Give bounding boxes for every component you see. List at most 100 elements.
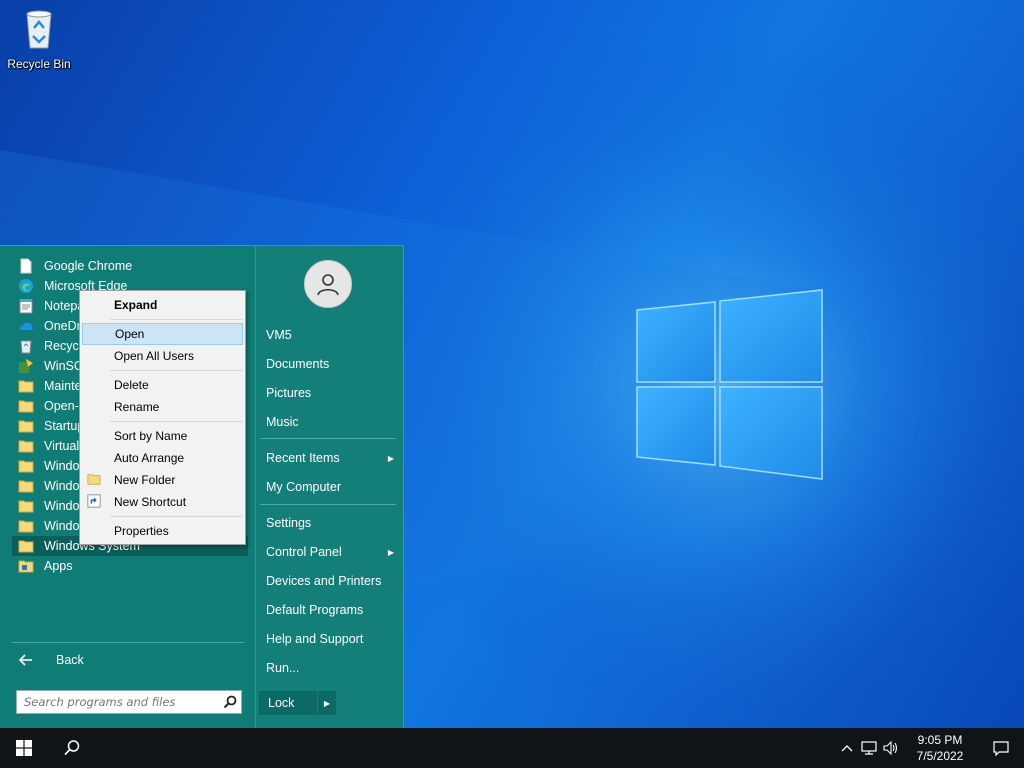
context-menu-label: Expand	[114, 298, 158, 312]
places-item[interactable]: My Computer	[266, 476, 398, 498]
places-item[interactable]: Settings	[266, 512, 398, 534]
folder-icon	[18, 398, 34, 414]
search-icon	[64, 740, 80, 756]
back-label: Back	[56, 653, 84, 667]
context-menu-label: New Shortcut	[114, 495, 187, 509]
places-item-label: Pictures	[266, 386, 312, 400]
places-item[interactable]: Default Programs	[266, 599, 398, 621]
taskbar: 9:05 PM 7/5/2022	[0, 728, 1024, 768]
context-menu-item[interactable]: Open	[82, 323, 243, 345]
context-menu-label: Sort by Name	[114, 429, 188, 443]
start-button[interactable]	[0, 728, 48, 768]
context-menu-item[interactable]: Expand	[80, 294, 245, 316]
places-item[interactable]: Documents	[266, 353, 398, 375]
places-item[interactable]: Recent Items ▶	[266, 447, 398, 469]
network-icon[interactable]	[858, 728, 880, 768]
context-menu-label: Delete	[114, 378, 149, 392]
places-item-label: Documents	[266, 357, 330, 371]
places-item[interactable]: Control Panel ▶	[266, 541, 398, 563]
places-item[interactable]: VM5	[266, 324, 398, 346]
places-item-label: Music	[266, 415, 299, 429]
shortcut-icon	[87, 494, 101, 508]
places-item-label: Control Panel	[266, 545, 342, 559]
divider	[260, 438, 396, 439]
context-menu-label: Open	[115, 327, 145, 341]
context-menu-label: Open All Users	[114, 349, 195, 363]
search-icon[interactable]	[219, 691, 241, 713]
desktop-icon-recycle-bin[interactable]: Recycle Bin	[4, 6, 74, 71]
places-item-label: Help and Support	[266, 632, 364, 646]
submenu-arrow-icon: ▶	[387, 547, 394, 557]
context-menu-item[interactable]: New Shortcut	[80, 491, 245, 513]
folder-icon	[18, 378, 34, 394]
places-item[interactable]: Devices and Printers	[266, 570, 398, 592]
winscp-icon	[18, 358, 34, 374]
program-item[interactable]: Apps	[12, 556, 248, 576]
onedrive-icon	[18, 318, 34, 334]
folder-icon	[18, 478, 34, 494]
edge-icon	[18, 278, 34, 294]
file-icon	[18, 258, 34, 274]
places-item-label: My Computer	[266, 480, 342, 494]
context-menu-item[interactable]: Properties	[80, 520, 245, 542]
places-item[interactable]: Music	[266, 411, 398, 433]
chevron-up-icon[interactable]	[836, 728, 858, 768]
search-box[interactable]	[16, 690, 242, 714]
system-tray: 9:05 PM 7/5/2022	[836, 728, 1024, 768]
places-item-label: Recent Items	[266, 451, 340, 465]
context-menu-label: Rename	[114, 400, 160, 414]
back-arrow-icon	[18, 654, 32, 666]
divider	[12, 642, 244, 643]
menu-separator	[110, 421, 243, 422]
program-label: Apps	[44, 559, 73, 573]
recycle-bin-icon	[18, 338, 34, 354]
divider	[260, 504, 396, 505]
notepad-icon	[18, 298, 34, 314]
volume-icon[interactable]	[880, 728, 902, 768]
folder-icon	[18, 518, 34, 534]
context-menu-item[interactable]: Rename	[80, 396, 245, 418]
back-button[interactable]: Back	[18, 652, 84, 668]
menu-separator	[110, 370, 243, 371]
program-item[interactable]: Google Chrome	[12, 256, 248, 276]
clock[interactable]: 9:05 PM 7/5/2022	[902, 732, 978, 764]
clock-time: 9:05 PM	[917, 733, 963, 747]
apps-icon	[18, 558, 34, 574]
menu-separator	[110, 319, 243, 320]
places-item-label: VM5	[266, 328, 292, 342]
folder-icon	[18, 458, 34, 474]
context-menu-item[interactable]: Open All Users	[80, 345, 245, 367]
places-item[interactable]: Run...	[266, 657, 398, 679]
search-input[interactable]	[24, 695, 219, 709]
notifications-button[interactable]	[978, 728, 1024, 768]
folder-icon	[18, 418, 34, 434]
context-menu-item[interactable]: Delete	[80, 374, 245, 396]
places-item[interactable]: Pictures	[266, 382, 398, 404]
folder-icon	[18, 498, 34, 514]
folder-icon	[87, 472, 101, 486]
folder-icon	[18, 438, 34, 454]
lock-button[interactable]: Lock	[259, 691, 317, 715]
user-avatar[interactable]	[304, 260, 352, 308]
desktop-icon-label: Recycle Bin	[7, 57, 71, 71]
clock-date: 7/5/2022	[916, 749, 964, 763]
context-menu-item[interactable]: Sort by Name	[80, 425, 245, 447]
windows-logo-icon	[16, 740, 32, 756]
program-label: Google Chrome	[44, 259, 133, 273]
user-icon	[317, 274, 339, 296]
taskbar-search-button[interactable]	[48, 728, 96, 768]
menu-separator	[110, 516, 243, 517]
context-menu-item[interactable]: New Folder	[80, 469, 245, 491]
places-item-label: Run...	[266, 661, 300, 675]
context-menu-item[interactable]: Auto Arrange	[80, 447, 245, 469]
folder-icon	[18, 538, 34, 554]
start-menu-places-pane: VM5 Documents Pictures Music Recent Items ▶ My…	[255, 246, 403, 728]
context-menu-label: Properties	[114, 524, 169, 538]
places-item-label: Settings	[266, 516, 312, 530]
power-options-arrow[interactable]: ▶	[318, 691, 336, 715]
context-menu-label: New Folder	[114, 473, 176, 487]
places-item[interactable]: Help and Support	[266, 628, 398, 650]
places-item-label: Devices and Printers	[266, 574, 382, 588]
context-menu: Expand Open Open All Users Delete Rename Sort…	[79, 290, 246, 545]
context-menu-label: Auto Arrange	[114, 451, 185, 465]
